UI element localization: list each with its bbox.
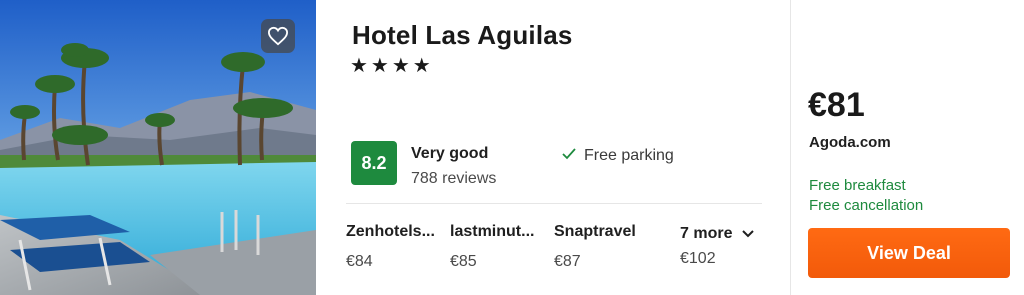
deal-site: Agoda.com — [809, 134, 891, 151]
provider-price: €85 — [450, 253, 477, 270]
amenity-label: Free parking — [584, 147, 674, 164]
provider-price: €87 — [554, 253, 581, 270]
more-providers-label: 7 more — [680, 225, 733, 242]
provider-name: Zenhotels... — [346, 223, 435, 240]
deal-price: €81 — [808, 86, 865, 124]
review-count[interactable]: 788 reviews — [411, 170, 496, 188]
chevron-down-icon — [742, 225, 755, 243]
provider-offer[interactable]: Snaptravel €87 — [554, 223, 650, 271]
provider-name: Snaptravel — [554, 223, 636, 240]
check-icon — [562, 147, 578, 165]
more-providers-button[interactable]: 7 more — [680, 225, 755, 243]
hotel-name[interactable]: Hotel Las Aguilas — [352, 20, 573, 51]
star-rating: ★★★★ — [350, 55, 434, 77]
deal-perk: Free breakfast — [809, 177, 906, 194]
deal-perk: Free cancellation — [809, 197, 924, 214]
hotel-result-card: Hotel Las Aguilas ★★★★ 8.2 Very good 788… — [0, 0, 1024, 295]
provider-offer[interactable]: Zenhotels... €84 — [346, 223, 442, 271]
favorite-button[interactable] — [261, 19, 295, 53]
amenity-item: Free parking — [562, 147, 674, 165]
heart-icon — [267, 26, 289, 46]
divider — [790, 0, 791, 295]
view-deal-button[interactable]: View Deal — [808, 228, 1010, 278]
provider-name: lastminut... — [450, 223, 535, 240]
provider-offer[interactable]: lastminut... €85 — [450, 223, 546, 271]
rating-score-badge: 8.2 — [351, 141, 397, 185]
more-providers-price: €102 — [680, 250, 716, 267]
divider — [346, 203, 762, 204]
rating-label: Very good — [411, 145, 489, 162]
provider-price: €84 — [346, 253, 373, 270]
hotel-photo[interactable] — [0, 0, 316, 295]
